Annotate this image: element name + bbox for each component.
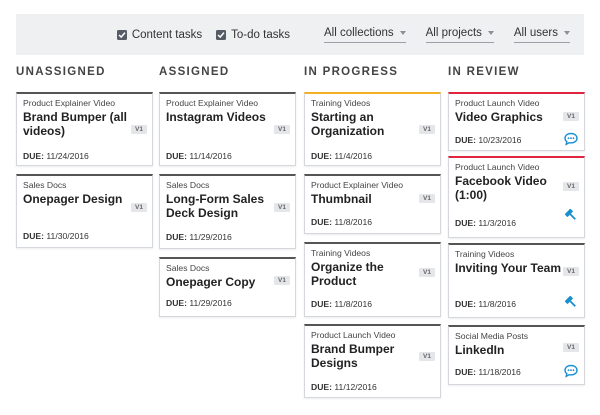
task-card[interactable]: Training Videos Organize the Product V1 … (304, 242, 441, 317)
card-due-date: DUE: 11/18/2016 (455, 367, 521, 377)
gavel-icon[interactable] (564, 208, 578, 222)
caret-down-icon (564, 30, 570, 35)
card-due-date: DUE: 11/4/2016 (311, 151, 372, 161)
task-card[interactable]: Product Launch Video Facebook Video (1:0… (448, 156, 585, 238)
version-badge: V1 (563, 267, 579, 276)
card-title: Thumbnail (311, 192, 372, 206)
card-category: Sales Docs (23, 180, 67, 190)
projects-dropdown-value: All projects (425, 26, 482, 39)
column-unassigned: UNASSIGNED Product Explainer Video Brand… (16, 66, 153, 248)
card-category: Sales Docs (166, 180, 210, 190)
task-card[interactable]: Training Videos Inviting Your Team V1 DU… (448, 243, 585, 318)
task-card[interactable]: Training Videos Starting an Organization… (304, 92, 441, 166)
gavel-icon[interactable] (564, 295, 578, 309)
version-badge: V1 (563, 343, 579, 352)
card-title: Brand Bumper (all videos) (23, 110, 128, 138)
comment-icon[interactable] (564, 132, 578, 146)
card-category: Training Videos (455, 249, 515, 259)
card-category: Sales Docs (166, 263, 210, 273)
content-tasks-label: Content tasks (131, 28, 203, 41)
version-badge: V1 (274, 203, 290, 212)
version-badge: V1 (563, 182, 579, 191)
todo-tasks-label: To-do tasks (231, 28, 290, 41)
column-title: IN PROGRESS (304, 66, 399, 78)
card-due-date: DUE: 10/23/2016 (455, 135, 522, 145)
users-dropdown-value: All users (513, 26, 558, 39)
card-title: Onepager Design (23, 192, 123, 206)
comment-icon[interactable] (564, 364, 578, 378)
card-category: Training Videos (311, 248, 371, 258)
card-title: Inviting Your Team (455, 261, 562, 275)
card-title: Starting an Organization (311, 110, 385, 138)
card-title: Facebook Video (1:00) (455, 174, 547, 202)
column-in-progress: IN PROGRESS Training Videos Starting an … (304, 66, 441, 398)
card-due-date: DUE: 11/12/2016 (311, 382, 377, 392)
column-title: IN REVIEW (448, 66, 520, 78)
card-category: Product Launch Video (455, 162, 540, 172)
task-card[interactable]: Social Media Posts LinkedIn V1 DUE: 11/1… (448, 325, 585, 385)
card-due-date: DUE: 11/8/2016 (311, 299, 372, 309)
projects-dropdown[interactable]: All projects (425, 26, 494, 43)
version-badge: V1 (274, 125, 290, 134)
version-badge: V1 (131, 125, 147, 134)
caret-down-icon (399, 30, 406, 35)
task-card[interactable]: Product Launch Video Video Graphics V1 D… (448, 92, 585, 151)
card-title: Long-Form Sales Deck Design (166, 192, 265, 220)
card-title: Instagram Videos (166, 110, 266, 124)
card-due-date: DUE: 11/30/2016 (23, 231, 89, 241)
collections-dropdown-value: All collections (323, 26, 394, 39)
content-tasks-checkbox[interactable]: Content tasks (116, 28, 203, 41)
version-badge: V1 (131, 203, 147, 212)
card-due-date: DUE: 11/29/2016 (166, 298, 232, 308)
card-due-date: DUE: 11/8/2016 (311, 217, 372, 227)
card-category: Product Explainer Video (23, 98, 116, 108)
filter-bar: Content tasks To-do tasks All collection… (16, 14, 584, 55)
task-card[interactable]: Product Explainer Video Brand Bumper (al… (16, 92, 153, 166)
version-badge: V1 (419, 125, 435, 134)
card-due-date: DUE: 11/24/2016 (23, 151, 89, 161)
column-title: UNASSIGNED (16, 66, 106, 78)
checkbox-checked-icon (216, 29, 227, 40)
task-card[interactable]: Product Explainer Video Instagram Videos… (159, 92, 296, 166)
card-title: LinkedIn (455, 343, 505, 357)
version-badge: V1 (274, 276, 290, 285)
task-card[interactable]: Sales Docs Long-Form Sales Deck Design V… (159, 174, 296, 249)
card-title: Video Graphics (455, 110, 543, 124)
card-due-date: DUE: 11/3/2016 (455, 218, 516, 228)
card-title: Organize the Product (311, 260, 384, 288)
column-title: ASSIGNED (159, 66, 230, 78)
card-due-date: DUE: 11/8/2016 (455, 299, 516, 309)
task-card[interactable]: Sales Docs Onepager Copy V1 DUE: 11/29/2… (159, 257, 296, 317)
card-category: Social Media Posts (455, 331, 529, 341)
task-card[interactable]: Product Launch Video Brand Bumper Design… (304, 324, 441, 398)
card-category: Product Explainer Video (311, 180, 404, 190)
task-card[interactable]: Sales Docs Onepager Design V1 DUE: 11/30… (16, 174, 153, 248)
card-title: Brand Bumper Designs (311, 342, 395, 370)
card-due-date: DUE: 11/14/2016 (166, 151, 232, 161)
column-assigned: ASSIGNED Product Explainer Video Instagr… (159, 66, 296, 317)
task-card[interactable]: Product Explainer Video Thumbnail V1 DUE… (304, 174, 441, 234)
card-category: Product Launch Video (311, 330, 396, 340)
caret-down-icon (487, 30, 494, 35)
card-category: Product Explainer Video (166, 98, 259, 108)
version-badge: V1 (419, 268, 435, 277)
card-title: Onepager Copy (166, 275, 256, 289)
checkbox-checked-icon (116, 29, 127, 40)
card-due-date: DUE: 11/29/2016 (166, 232, 232, 242)
card-category: Training Videos (311, 98, 371, 108)
collections-dropdown[interactable]: All collections (323, 26, 406, 43)
column-in-review: IN REVIEW Product Launch Video Video Gra… (448, 66, 585, 385)
version-badge: V1 (419, 352, 435, 361)
version-badge: V1 (419, 194, 435, 203)
todo-tasks-checkbox[interactable]: To-do tasks (216, 29, 290, 41)
card-category: Product Launch Video (455, 98, 540, 108)
version-badge: V1 (563, 112, 579, 121)
users-dropdown[interactable]: All users (513, 26, 570, 43)
